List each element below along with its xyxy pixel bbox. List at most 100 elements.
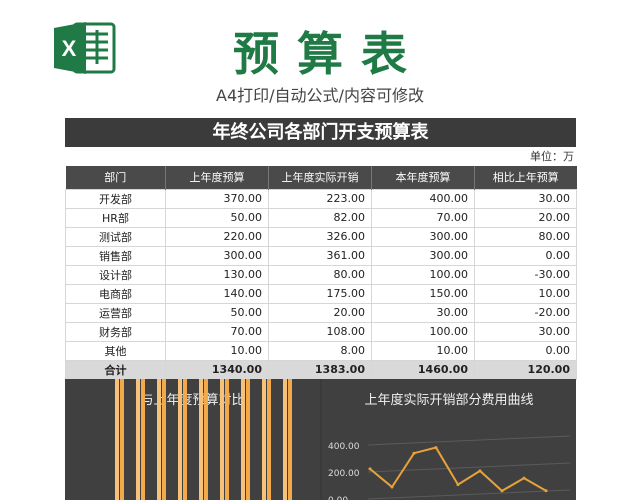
value-cell[interactable]: 30.00 — [474, 188, 577, 209]
value-cell[interactable]: 120.00 — [474, 359, 577, 380]
page-subtitle: A4打印/自动公式/内容可修改 — [216, 86, 424, 105]
bar-chart: 500.00400.00300.00 — [115, 379, 292, 500]
total-row: 合计 1340.00 1383.00 1460.00 120.00 — [65, 359, 577, 380]
value-cell[interactable]: 130.00 — [165, 264, 269, 285]
table-body: 开发部 370.00 223.00 400.00 30.00 HR部 50.00 82.00 7… — [65, 188, 577, 380]
value-cell[interactable]: 150.00 — [371, 283, 475, 304]
value-cell[interactable]: 20.00 — [268, 302, 372, 323]
column-header[interactable]: 部门 — [65, 166, 166, 189]
value-cell[interactable]: 0.00 — [474, 340, 577, 361]
bar — [288, 379, 292, 500]
value-cell[interactable]: 326.00 — [268, 226, 372, 247]
unit-label: 单位：万 — [530, 150, 574, 163]
value-cell[interactable]: 20.00 — [474, 207, 577, 228]
table-row: HR部 50.00 82.00 70.00 20.00 — [65, 207, 577, 228]
data-point — [390, 485, 394, 489]
column-header[interactable]: 相比上年预算 — [474, 166, 577, 189]
budget-sheet: 年终公司各部门开支预算表 单位：万 部门 上年度预算 上年度实际开销 本年度预算… — [65, 118, 577, 500]
value-cell[interactable]: 30.00 — [371, 302, 475, 323]
table-row: 开发部 370.00 223.00 400.00 30.00 — [65, 188, 577, 209]
bar — [162, 379, 166, 500]
department-cell[interactable]: 财务部 — [65, 321, 166, 342]
value-cell[interactable]: 70.00 — [165, 321, 269, 342]
value-cell[interactable]: 223.00 — [268, 188, 372, 209]
gridline — [367, 462, 571, 473]
bar — [120, 379, 124, 500]
bar — [157, 379, 161, 500]
bar — [183, 379, 187, 500]
budget-table: 部门 上年度预算 上年度实际开销 本年度预算 相比上年预算 开发部 370.00 2… — [65, 166, 577, 380]
department-cell[interactable]: 运营部 — [65, 302, 166, 323]
value-cell[interactable]: 0.00 — [474, 245, 577, 266]
bar — [283, 379, 287, 500]
value-cell[interactable]: 400.00 — [371, 188, 475, 209]
value-cell[interactable]: 82.00 — [268, 207, 372, 228]
department-cell[interactable]: 开发部 — [65, 188, 166, 209]
value-cell[interactable]: 300.00 — [165, 245, 269, 266]
department-cell[interactable]: 合计 — [65, 359, 166, 380]
hero-header: X 预算表 A4打印/自动公式/内容可修改 — [0, 0, 640, 110]
column-header[interactable]: 上年度预算 — [165, 166, 269, 189]
column-header[interactable]: 本年度预算 — [371, 166, 475, 189]
data-point — [478, 469, 482, 473]
data-point — [434, 446, 438, 450]
value-cell[interactable]: -20.00 — [474, 302, 577, 323]
value-cell[interactable]: 10.00 — [165, 340, 269, 361]
value-cell[interactable]: 370.00 — [165, 188, 269, 209]
value-cell[interactable]: 140.00 — [165, 283, 269, 304]
column-header[interactable]: 上年度实际开销 — [268, 166, 372, 189]
bar — [241, 379, 245, 500]
table-row: 销售部 300.00 361.00 300.00 0.00 — [65, 245, 577, 266]
value-cell[interactable]: 50.00 — [165, 207, 269, 228]
value-cell[interactable]: 220.00 — [165, 226, 269, 247]
value-cell[interactable]: 80.00 — [268, 264, 372, 285]
department-cell[interactable]: 销售部 — [65, 245, 166, 266]
y-tick-label: 200.00 — [328, 469, 360, 479]
bar — [204, 379, 208, 500]
y-tick-label: 400.00 — [328, 442, 360, 452]
bar — [141, 379, 145, 500]
table-row: 测试部 220.00 326.00 300.00 80.00 — [65, 226, 577, 247]
department-cell[interactable]: 设计部 — [65, 264, 166, 285]
value-cell[interactable]: 300.00 — [371, 226, 475, 247]
department-cell[interactable]: 测试部 — [65, 226, 166, 247]
value-cell[interactable]: 1460.00 — [371, 359, 475, 380]
value-cell[interactable]: 1340.00 — [165, 359, 269, 380]
bar — [246, 379, 250, 500]
y-tick-label: 0.00 — [328, 496, 348, 500]
sheet-title: 年终公司各部门开支预算表 — [65, 118, 576, 147]
department-cell[interactable]: 电商部 — [65, 283, 166, 304]
value-cell[interactable]: 300.00 — [371, 245, 475, 266]
data-point — [544, 489, 548, 493]
gridline — [367, 435, 571, 446]
data-point — [500, 489, 504, 493]
value-cell[interactable]: 100.00 — [371, 264, 475, 285]
data-point — [412, 451, 416, 455]
value-cell[interactable]: 70.00 — [371, 207, 475, 228]
bar — [220, 379, 224, 500]
table-row: 运营部 50.00 20.00 30.00 -20.00 — [65, 302, 577, 323]
charts-area: 与上年度预算对比 500.00400.00300.00 上年度实际开销部分费用曲… — [65, 379, 576, 500]
value-cell[interactable]: 80.00 — [474, 226, 577, 247]
bar — [115, 379, 119, 500]
data-point — [522, 476, 526, 480]
value-cell[interactable]: 1383.00 — [268, 359, 372, 380]
value-cell[interactable]: -30.00 — [474, 264, 577, 285]
table-header-row: 部门 上年度预算 上年度实际开销 本年度预算 相比上年预算 — [65, 166, 577, 189]
value-cell[interactable]: 361.00 — [268, 245, 372, 266]
value-cell[interactable]: 175.00 — [268, 283, 372, 304]
department-cell[interactable]: HR部 — [65, 207, 166, 228]
value-cell[interactable]: 100.00 — [371, 321, 475, 342]
value-cell[interactable]: 10.00 — [371, 340, 475, 361]
value-cell[interactable]: 108.00 — [268, 321, 372, 342]
department-cell[interactable]: 其他 — [65, 340, 166, 361]
table-row: 电商部 140.00 175.00 150.00 10.00 — [65, 283, 577, 304]
gridline — [367, 489, 571, 500]
table-row: 其他 10.00 8.00 10.00 0.00 — [65, 340, 577, 361]
value-cell[interactable]: 8.00 — [268, 340, 372, 361]
value-cell[interactable]: 50.00 — [165, 302, 269, 323]
bar-chart-panel: 与上年度预算对比 500.00400.00300.00 — [65, 379, 320, 500]
data-point — [456, 483, 460, 487]
value-cell[interactable]: 10.00 — [474, 283, 577, 304]
value-cell[interactable]: 30.00 — [474, 321, 577, 342]
